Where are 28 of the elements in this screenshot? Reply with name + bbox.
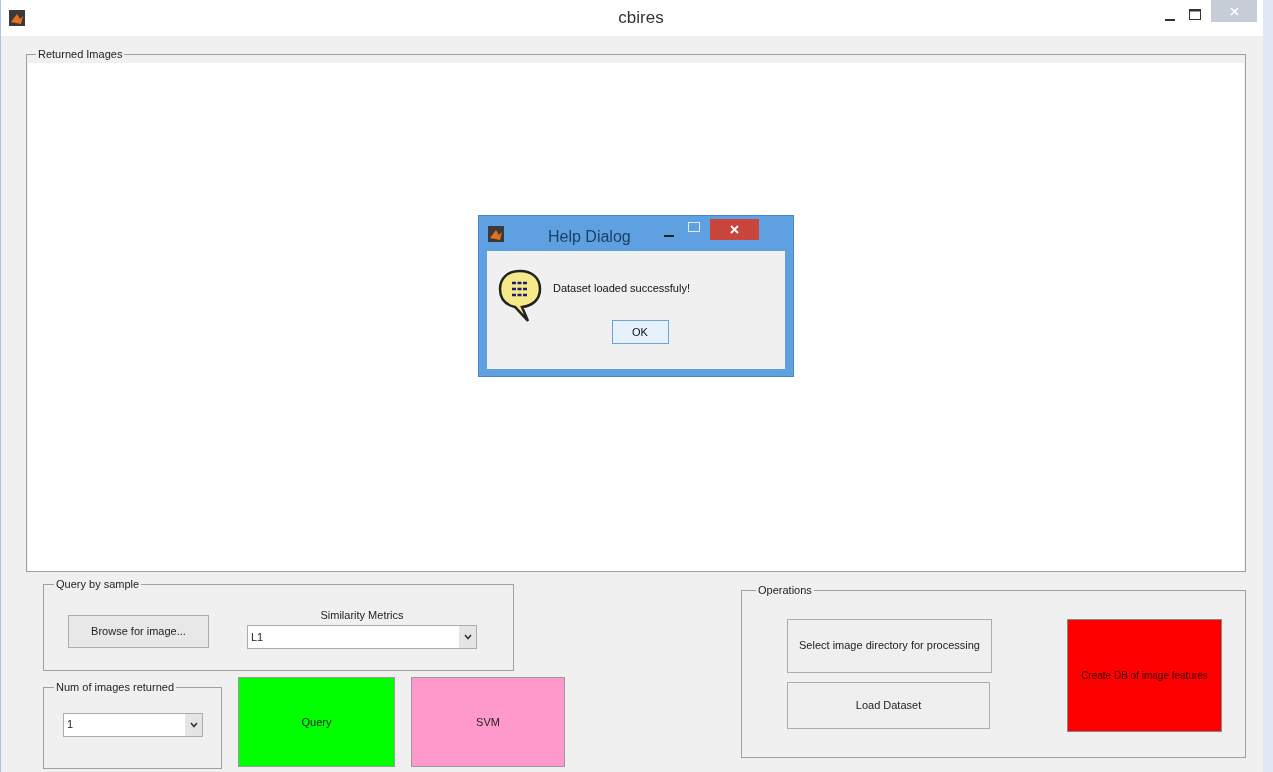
- chevron-down-icon: [189, 721, 198, 728]
- close-icon: [1229, 6, 1239, 16]
- load-dataset-button[interactable]: Load Dataset: [787, 681, 990, 729]
- metric-label: Similarity Metrics: [320, 607, 404, 623]
- app-logo-icon: [488, 226, 504, 242]
- svm-button[interactable]: SVM: [411, 677, 565, 767]
- dropdown-value: L1: [251, 629, 264, 645]
- create-db-button[interactable]: Create DB of image features: [1067, 618, 1222, 732]
- panel-title: Num of images returned: [55, 680, 175, 695]
- query-button[interactable]: Query: [238, 677, 395, 767]
- select-directory-button[interactable]: Select image directory for processing: [787, 618, 992, 673]
- count-dropdown[interactable]: 1: [63, 712, 203, 737]
- dropdown-value: 1: [67, 717, 74, 733]
- maximize-icon[interactable]: [1189, 9, 1201, 20]
- close-icon: [729, 225, 739, 234]
- ok-button[interactable]: OK: [611, 320, 669, 344]
- panel-title: Operations: [757, 583, 813, 598]
- panel-title: Query by sample: [55, 577, 141, 592]
- chevron-down-icon: [463, 634, 472, 640]
- close-button[interactable]: [709, 219, 759, 240]
- dialog-title: Help Dialog: [548, 227, 631, 247]
- app-logo-icon: [9, 10, 25, 26]
- browse-button[interactable]: Browse for image...: [68, 614, 209, 648]
- dialog-message: Dataset loaded successfuly!: [553, 281, 690, 297]
- panel-title: Returned Images: [37, 47, 124, 62]
- speech-bubble-icon: [498, 269, 542, 324]
- metric-dropdown[interactable]: L1: [247, 625, 477, 649]
- window-title: cbires: [617, 7, 665, 30]
